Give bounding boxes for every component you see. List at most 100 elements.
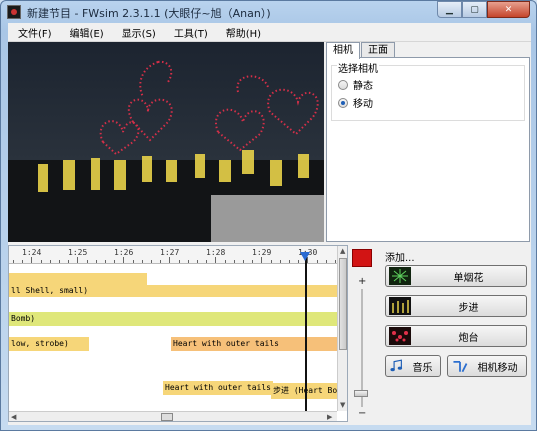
track-block[interactable]: Heart with outer tails (163, 381, 273, 395)
ruler-tick (279, 260, 281, 263)
ruler-tick (252, 260, 254, 263)
menu-help[interactable]: 帮助(H) (216, 25, 269, 40)
ruler-tick (316, 260, 318, 263)
battery-icon (389, 327, 411, 345)
ruler-tick (151, 260, 152, 263)
ruler-tick (123, 257, 125, 263)
menu-tools[interactable]: 工具(T) (164, 25, 216, 40)
radio-static[interactable]: 静态 (338, 77, 373, 92)
camera-move-icon (453, 361, 468, 373)
menu-file[interactable]: 文件(F) (8, 25, 60, 40)
zoom-thumb[interactable] (354, 390, 368, 397)
ruler-tick (86, 260, 88, 263)
radio-dot-selected (338, 97, 348, 108)
ruler-tick (77, 257, 79, 263)
timeline-vertical-scrollbar[interactable]: ▲ ▼ (337, 246, 347, 411)
window-title: 新建节目 - FWsim 2.3.1.1 (大眼仔~旭（Anan）) (27, 7, 271, 20)
title-bar: 新建节目 - FWsim 2.3.1.1 (大眼仔~旭（Anan）) ▁ ▢ ✕ (1, 1, 536, 23)
playhead-handle[interactable] (300, 252, 310, 261)
track-block[interactable]: Heart with outer tails (171, 337, 337, 351)
zoom-in-icon[interactable]: + (358, 276, 366, 287)
menu-edit[interactable]: 编辑(E) (60, 25, 112, 40)
group-title: 选择相机 (337, 60, 379, 75)
track-block[interactable]: low, strobe) (9, 337, 89, 351)
ruler-tick (215, 257, 217, 263)
menu-view[interactable]: 显示(S) (112, 25, 164, 40)
add-step-label: 步进 (458, 302, 479, 314)
camera-select-group: 选择相机 静态 移动 (331, 60, 525, 121)
tick-label: 1:24 (22, 248, 42, 257)
ruler-tick (13, 260, 14, 263)
time-ruler[interactable]: 1:24 1:25 1:26 1:27 1:28 1:29 1:30 (9, 246, 337, 264)
tick-label: 1:29 (252, 248, 272, 257)
tab-camera[interactable]: 相机 (326, 42, 360, 59)
ruler-tick (40, 260, 42, 263)
add-battery-button[interactable]: 炮台 (385, 325, 527, 347)
app-icon (7, 5, 21, 19)
add-single-firework-label: 单烟花 (453, 272, 484, 284)
ruler-tick (187, 260, 189, 263)
track-block[interactable]: 步进 (Heart Bo (271, 383, 337, 399)
close-button[interactable]: ✕ (487, 1, 530, 18)
ruler-tick (22, 260, 24, 263)
playhead[interactable] (305, 254, 307, 414)
single-firework-icon (389, 267, 411, 285)
ruler-tick (197, 260, 198, 263)
scroll-up-icon[interactable]: ▲ (340, 247, 345, 255)
add-music-label: 音乐 (412, 362, 433, 374)
radio-moving-label: 移动 (353, 99, 373, 110)
ruler-tick (178, 260, 180, 263)
add-single-firework-button[interactable]: 单烟花 (385, 265, 527, 287)
ruler-tick (160, 260, 162, 263)
timeline[interactable]: 1:24 1:25 1:26 1:27 1:28 1:29 1:30 ll Sh… (8, 245, 348, 422)
track-block[interactable]: Bomb) (9, 312, 337, 326)
camera-panel: 选择相机 静态 移动 (326, 57, 530, 242)
ruler-tick (132, 260, 134, 263)
step-icon (389, 297, 411, 315)
ruler-tick (325, 260, 327, 263)
ruler-tick (68, 260, 70, 263)
horizontal-scroll-thumb[interactable] (161, 413, 173, 421)
radio-static-label: 静态 (353, 81, 373, 92)
ruler-tick (169, 257, 171, 263)
radio-moving[interactable]: 移动 (338, 95, 373, 110)
add-battery-label: 炮台 (458, 332, 479, 344)
add-label: 添加... (385, 253, 415, 264)
minimize-button[interactable]: ▁ (437, 1, 462, 18)
zoom-control: + − (351, 249, 373, 419)
tab-strip: 相机 正面 (326, 42, 396, 59)
scroll-down-icon[interactable]: ▼ (340, 401, 345, 409)
ruler-tick (289, 260, 290, 263)
color-swatch[interactable] (352, 249, 372, 267)
tick-label: 1:28 (206, 248, 226, 257)
ruler-tick (206, 260, 208, 263)
ruler-tick (141, 260, 143, 263)
zoom-out-icon[interactable]: − (358, 408, 366, 419)
ruler-tick (114, 260, 116, 263)
tab-front[interactable]: 正面 (361, 42, 395, 58)
add-camera-move-label: 相机移动 (477, 362, 518, 374)
ruler-tick (95, 260, 97, 263)
tick-label: 1:27 (160, 248, 180, 257)
timeline-horizontal-scrollbar[interactable]: ◀ ▶ (9, 411, 337, 421)
track-block[interactable] (9, 273, 147, 285)
tick-label: 1:25 (68, 248, 88, 257)
ruler-tick (224, 260, 226, 263)
track-block[interactable]: ll Shell, small) (9, 285, 337, 297)
add-music-button[interactable]: 音乐 (385, 355, 441, 377)
add-step-button[interactable]: 步进 (385, 295, 527, 317)
maximize-button[interactable]: ▢ (462, 1, 487, 18)
add-panel: 添加... 单烟花 步进 炮台 音乐 相机移动 (382, 247, 529, 422)
overlay-box (211, 195, 324, 242)
vertical-scroll-thumb[interactable] (339, 258, 347, 350)
ruler-tick (49, 260, 51, 263)
tick-label: 1:26 (114, 248, 134, 257)
ruler-tick (105, 260, 106, 263)
music-note-icon (390, 359, 403, 372)
menu-bar: 文件(F) 编辑(E) 显示(S) 工具(T) 帮助(H) (8, 23, 531, 42)
scroll-left-icon[interactable]: ◀ (11, 413, 16, 421)
preview-viewport[interactable] (8, 42, 324, 242)
add-camera-move-button[interactable]: 相机移动 (447, 355, 527, 377)
ruler-tick (59, 260, 60, 263)
scroll-right-icon[interactable]: ▶ (327, 413, 332, 421)
